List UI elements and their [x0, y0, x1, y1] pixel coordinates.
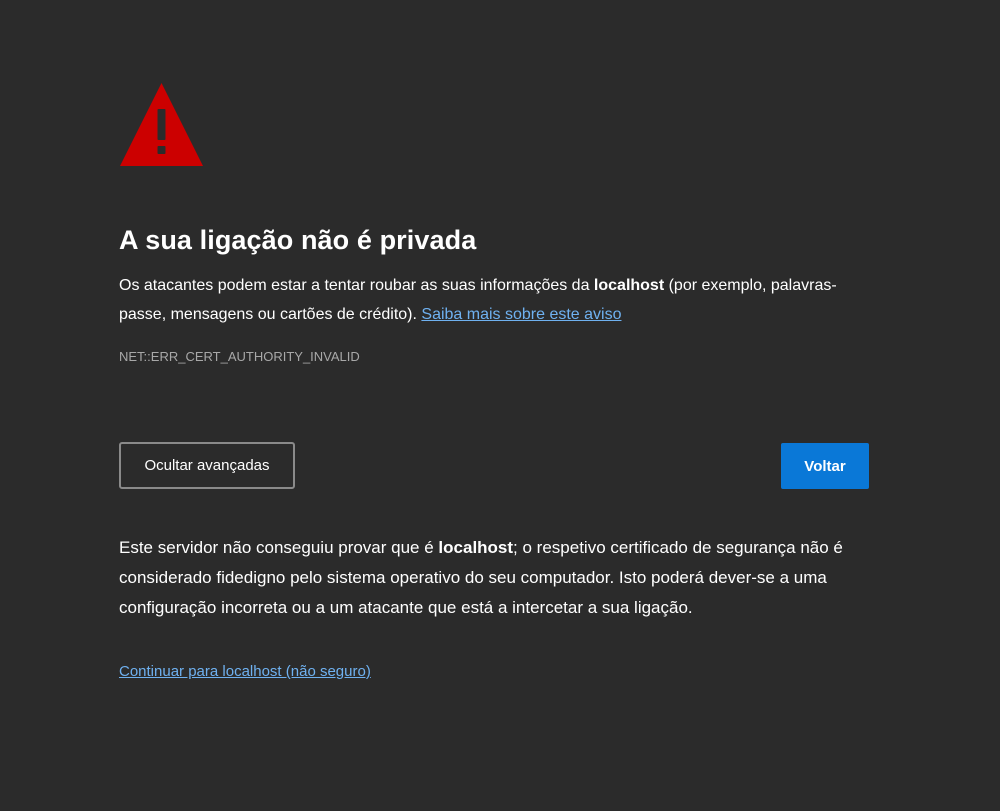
intro-text: Os atacantes podem estar a tentar roubar… — [119, 271, 869, 329]
interstitial-content: A sua ligação não é privada Os atacantes… — [119, 82, 869, 682]
hide-advanced-button[interactable]: Ocultar avançadas — [119, 442, 295, 489]
back-button[interactable]: Voltar — [781, 443, 869, 489]
warning-triangle-icon — [120, 83, 203, 166]
learn-more-link[interactable]: Saiba mais sobre este aviso — [421, 306, 621, 323]
button-row: Ocultar avançadas Voltar — [119, 442, 869, 490]
proceed-section: Continuar para localhost (não seguro) — [119, 662, 869, 682]
page-title: A sua ligação não é privada — [119, 225, 477, 255]
details-host: localhost — [438, 538, 514, 557]
details-text: Este servidor não conseguiu provar que é… — [119, 533, 869, 623]
error-code: NET::ERR_CERT_AUTHORITY_INVALID — [119, 349, 360, 364]
intro-host: localhost — [593, 277, 665, 294]
intro-text-before: Os atacantes podem estar a tentar roubar… — [119, 277, 594, 294]
proceed-unsafe-link[interactable]: Continuar para localhost (não seguro) — [119, 663, 371, 680]
details-text-before: Este servidor não conseguiu provar que é — [119, 538, 439, 557]
